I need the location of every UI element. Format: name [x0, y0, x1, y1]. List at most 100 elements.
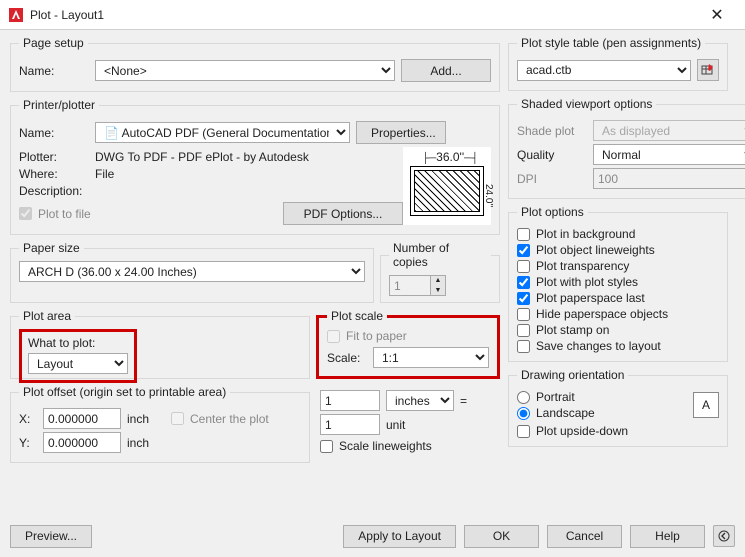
dpi-input: [593, 168, 745, 189]
paper-width-dim: ├─36.0''─┤: [422, 150, 478, 164]
scale-select[interactable]: 1:1: [373, 347, 489, 368]
scale-units-input[interactable]: [320, 390, 380, 411]
save-changes-checkbox[interactable]: [517, 340, 530, 353]
save-changes-label: Save changes to layout: [536, 339, 661, 353]
edit-style-table-button[interactable]: [697, 59, 719, 81]
fit-to-paper-checkbox: [327, 330, 340, 343]
plot-style-table-select[interactable]: acad.ctb: [517, 60, 691, 81]
plot-bg-checkbox[interactable]: [517, 228, 530, 241]
orientation-icon: A: [693, 392, 719, 418]
scale-unit-label: unit: [386, 418, 405, 432]
landscape-radio[interactable]: [517, 407, 530, 420]
page-setup-legend: Page setup: [19, 36, 88, 50]
scale-equals: =: [460, 394, 467, 408]
plotter-value: DWG To PDF - PDF ePlot - by Autodesk: [95, 150, 309, 164]
chevron-left-icon: [718, 530, 730, 542]
portrait-radio[interactable]: [517, 391, 530, 404]
shaded-viewport-legend: Shaded viewport options: [517, 97, 656, 111]
offset-x-input[interactable]: [43, 408, 121, 429]
printer-name-label: Name:: [19, 126, 89, 140]
hide-paperspace-checkbox[interactable]: [517, 308, 530, 321]
plot-stamp-checkbox[interactable]: [517, 324, 530, 337]
page-setup-name-select[interactable]: <None>: [95, 60, 395, 81]
help-button[interactable]: Help: [630, 525, 705, 548]
offset-y-input[interactable]: [43, 432, 121, 453]
center-plot-checkbox: [171, 412, 184, 425]
fit-to-paper-label: Fit to paper: [346, 329, 407, 343]
offset-y-label: Y:: [19, 436, 37, 450]
title-bar: Plot - Layout1 ✕: [0, 0, 745, 30]
plot-scale-group: Plot scale Fit to paper Scale: 1:1: [316, 309, 500, 379]
plot-offset-group: Plot offset (origin set to printable are…: [10, 385, 310, 463]
shaded-viewport-group: Shaded viewport options Shade plot As di…: [508, 97, 745, 199]
printer-properties-button[interactable]: Properties...: [356, 121, 446, 144]
plot-scale-legend: Plot scale: [327, 309, 387, 323]
scale-unit-input[interactable]: [320, 414, 380, 435]
description-label: Description:: [19, 184, 89, 198]
hide-paperspace-label: Hide paperspace objects: [536, 307, 668, 321]
page-setup-add-button[interactable]: Add...: [401, 59, 491, 82]
center-plot-label: Center the plot: [190, 412, 269, 426]
app-logo-icon: [8, 7, 24, 23]
quality-select[interactable]: Normal: [593, 144, 745, 165]
paper-size-group: Paper size ARCH D (36.00 x 24.00 Inches): [10, 241, 374, 303]
plotter-label: Plotter:: [19, 150, 89, 164]
plot-style-table-legend: Plot style table (pen assignments): [517, 36, 705, 50]
what-to-plot-select[interactable]: Layout: [28, 353, 128, 374]
copies-legend: Number of copies: [389, 241, 491, 269]
printer-group: Printer/plotter Name: 📄 AutoCAD PDF (Gen…: [10, 98, 500, 235]
page-setup-name-label: Name:: [19, 64, 89, 78]
paper-size-legend: Paper size: [19, 241, 84, 255]
window-title: Plot - Layout1: [30, 8, 697, 22]
plot-tr-checkbox[interactable]: [517, 260, 530, 273]
scale-lineweights-checkbox[interactable]: [320, 440, 333, 453]
shade-plot-label: Shade plot: [517, 124, 587, 138]
offset-x-label: X:: [19, 412, 37, 426]
scale-lineweights-label: Scale lineweights: [339, 439, 432, 453]
shade-plot-select: As displayed: [593, 120, 745, 141]
upside-down-label: Plot upside-down: [536, 424, 628, 438]
copies-input: [389, 275, 431, 296]
pdf-options-button[interactable]: PDF Options...: [283, 202, 403, 225]
quality-label: Quality: [517, 148, 587, 162]
plot-tr-label: Plot transparency: [536, 259, 629, 273]
where-label: Where:: [19, 167, 89, 181]
plot-lw-checkbox[interactable]: [517, 244, 530, 257]
plot-styles-label: Plot with plot styles: [536, 275, 638, 289]
plot-offset-legend: Plot offset (origin set to printable are…: [19, 385, 230, 399]
plot-stamp-label: Plot stamp on: [536, 323, 609, 337]
copies-group: Number of copies ▲▼: [380, 241, 500, 303]
collapse-button[interactable]: [713, 525, 735, 547]
printer-name-select[interactable]: 📄 AutoCAD PDF (General Documentation).pc…: [95, 122, 350, 143]
plot-options-group: Plot options Plot in background Plot obj…: [508, 205, 728, 362]
plot-paperspace-label: Plot paperspace last: [536, 291, 645, 305]
where-value: File: [95, 167, 114, 181]
plot-bg-label: Plot in background: [536, 227, 635, 241]
dpi-label: DPI: [517, 172, 587, 186]
offset-y-unit: inch: [127, 436, 149, 450]
page-setup-group: Page setup Name: <None> Add...: [10, 36, 500, 92]
ok-button[interactable]: OK: [464, 525, 539, 548]
plot-to-file-label: Plot to file: [38, 207, 91, 221]
table-edit-icon: [701, 63, 715, 77]
copies-spinner: ▲▼: [431, 275, 446, 296]
plot-to-file-checkbox: [19, 207, 32, 220]
plot-paperspace-checkbox[interactable]: [517, 292, 530, 305]
plot-style-table-group: Plot style table (pen assignments) acad.…: [508, 36, 728, 91]
plot-styles-checkbox[interactable]: [517, 276, 530, 289]
plot-area-group: Plot area What to plot: Layout: [10, 309, 310, 379]
plot-lw-label: Plot object lineweights: [536, 243, 655, 257]
cancel-button[interactable]: Cancel: [547, 525, 622, 548]
paper-preview: ├─36.0''─┤ 24.0'': [403, 147, 491, 225]
plot-area-legend: Plot area: [19, 309, 75, 323]
paper-size-select[interactable]: ARCH D (36.00 x 24.00 Inches): [19, 261, 365, 282]
close-button[interactable]: ✕: [697, 5, 737, 25]
preview-button[interactable]: Preview...: [10, 525, 92, 548]
portrait-label: Portrait: [536, 390, 575, 404]
printer-legend: Printer/plotter: [19, 98, 99, 112]
paper-height-dim: 24.0'': [483, 184, 494, 207]
apply-to-layout-button[interactable]: Apply to Layout: [343, 525, 456, 548]
scale-units-select[interactable]: inches: [386, 390, 454, 411]
upside-down-checkbox[interactable]: [517, 425, 530, 438]
scale-label: Scale:: [327, 351, 367, 365]
